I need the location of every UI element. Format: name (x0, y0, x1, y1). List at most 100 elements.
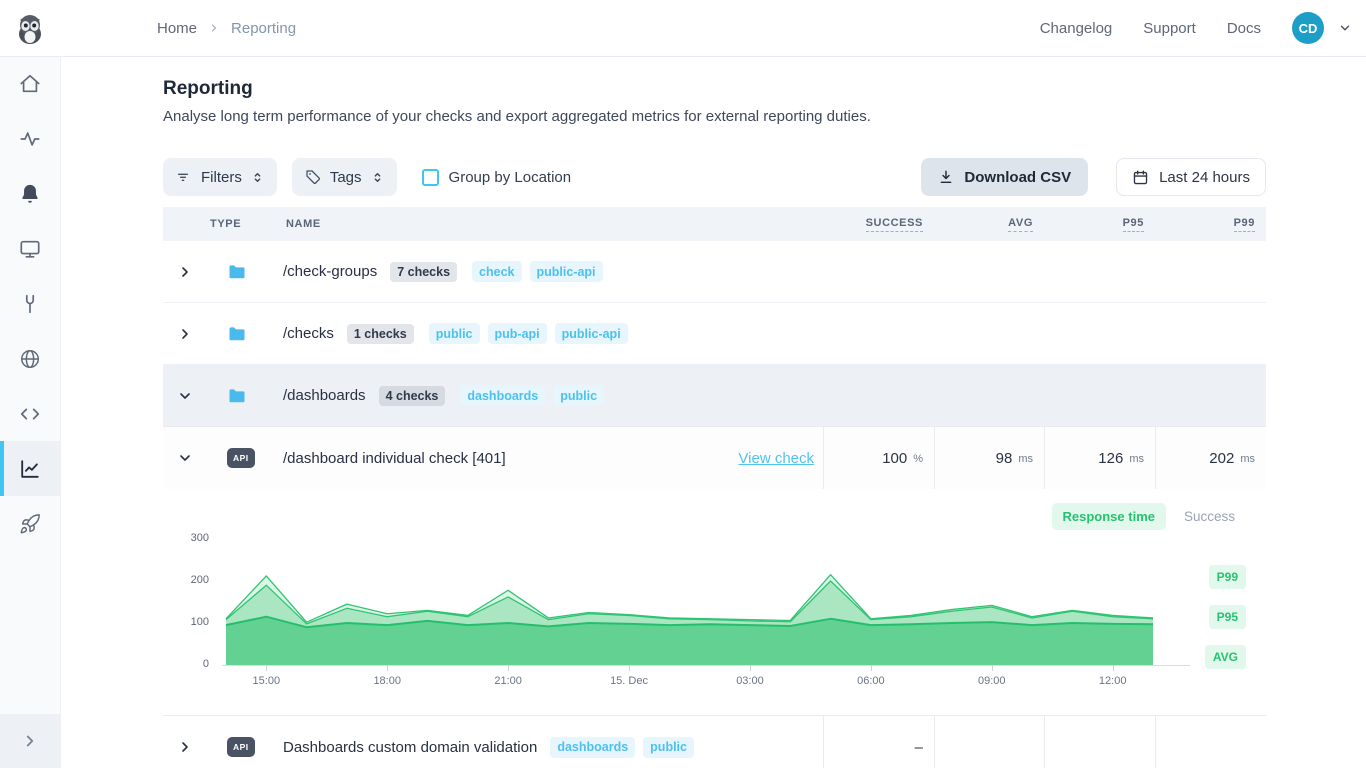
x-axis-label: 09:00 (957, 675, 1027, 687)
tag-pill[interactable]: public (429, 323, 480, 344)
table-row-dashboards-custom-domain[interactable]: API Dashboards custom domain validation … (163, 715, 1266, 768)
avg-value: 98 (996, 450, 1013, 467)
tag-pill[interactable]: dashboards (550, 737, 635, 758)
x-axis-label: 15:00 (231, 675, 301, 687)
avg-unit: ms (1018, 453, 1033, 465)
tag-pill[interactable]: public-api (530, 261, 603, 282)
sidebar-item-quickstart[interactable] (0, 496, 60, 551)
download-csv-label: Download CSV (964, 169, 1071, 186)
sidebar-item-alerts[interactable] (0, 166, 60, 221)
group-by-location-toggle[interactable]: Group by Location (422, 169, 572, 186)
col-success[interactable]: SUCCESS (866, 217, 923, 232)
tag-icon (305, 169, 321, 185)
p99-series-badge: P99 (1209, 565, 1246, 589)
check-count-badge: 1 checks (347, 324, 414, 344)
success-toggle[interactable]: Success (1184, 509, 1235, 524)
collapse-chevron-down-icon[interactable] (177, 450, 193, 466)
sidebar-item-maintenance-windows[interactable] (0, 276, 60, 331)
page-title: Reporting (163, 78, 1266, 100)
view-check-link[interactable]: View check (738, 450, 814, 467)
x-axis-label: 15. Dec (594, 675, 664, 687)
rocket-icon (19, 513, 41, 535)
api-type-badge: API (227, 737, 255, 757)
x-axis-line (222, 665, 1190, 666)
support-link[interactable]: Support (1143, 20, 1196, 37)
x-axis-tick (750, 665, 751, 671)
table-row-dashboards[interactable]: /dashboards 4 checks dashboards public (163, 364, 1266, 426)
check-name: Dashboards custom domain validation (283, 739, 537, 756)
table-row-checks[interactable]: /checks 1 checks public pub-api public-a… (163, 302, 1266, 364)
x-axis-tick (1113, 665, 1114, 671)
chevron-right-icon (21, 732, 39, 750)
collapse-chevron-down-icon[interactable] (177, 388, 193, 404)
docs-link[interactable]: Docs (1227, 20, 1261, 37)
sort-arrows-icon (251, 170, 264, 185)
x-axis-label: 03:00 (715, 675, 785, 687)
y-axis-label: 300 (163, 532, 209, 544)
sidebar-expand-button[interactable] (0, 714, 60, 768)
check-name: /dashboard individual check [401] (283, 450, 506, 467)
sidebar-item-snippets[interactable] (0, 386, 60, 441)
breadcrumb: Home Reporting (157, 0, 296, 56)
expand-chevron-right-icon[interactable] (177, 326, 193, 342)
tags-button[interactable]: Tags (292, 158, 397, 196)
date-range-button[interactable]: Last 24 hours (1116, 158, 1266, 196)
account-menu-chevron-icon[interactable] (1338, 21, 1352, 35)
x-axis-tick (871, 665, 872, 671)
monitor-icon (19, 238, 41, 260)
home-icon (19, 73, 41, 95)
tag-pill[interactable]: pub-api (488, 323, 547, 344)
tag-pill[interactable]: public-api (555, 323, 628, 344)
sidebar-item-reporting[interactable] (0, 441, 60, 496)
download-csv-button[interactable]: Download CSV (921, 158, 1088, 196)
p95-series-badge: P95 (1209, 605, 1246, 629)
tag-pill[interactable]: public (643, 737, 694, 758)
expand-chevron-right-icon[interactable] (177, 264, 193, 280)
group-by-location-label: Group by Location (449, 169, 572, 186)
group-name: /dashboards (283, 387, 366, 404)
sidebar-item-checks[interactable] (0, 111, 60, 166)
group-by-location-checkbox[interactable] (422, 169, 439, 186)
avg-series-badge: AVG (1205, 645, 1246, 669)
x-axis-tick (266, 665, 267, 671)
filter-icon (176, 169, 192, 185)
group-name: /check-groups (283, 263, 377, 280)
col-p95[interactable]: P95 (1123, 217, 1144, 232)
chevron-right-icon (208, 22, 220, 34)
sidebar-item-home[interactable] (0, 56, 60, 111)
tag-pill[interactable]: public (553, 385, 604, 406)
x-axis-label: 06:00 (836, 675, 906, 687)
table-row-dashboard-individual-check[interactable]: API /dashboard individual check [401] Vi… (163, 426, 1266, 489)
changelog-link[interactable]: Changelog (1040, 20, 1113, 37)
breadcrumb-home[interactable]: Home (157, 20, 197, 37)
breadcrumb-current: Reporting (231, 20, 296, 37)
col-avg[interactable]: AVG (1008, 217, 1033, 232)
wrench-icon (19, 293, 41, 315)
tag-pill[interactable]: check (472, 261, 521, 282)
col-name: NAME (286, 218, 321, 230)
sort-arrows-icon (371, 170, 384, 185)
response-time-toggle[interactable]: Response time (1052, 503, 1166, 530)
expand-chevron-right-icon[interactable] (177, 739, 193, 755)
table-row-check-groups[interactable]: /check-groups 7 checks check public-api (163, 241, 1266, 302)
checkly-logo[interactable] (13, 11, 47, 45)
sidebar-item-private-locations[interactable] (0, 331, 60, 386)
date-range-label: Last 24 hours (1159, 169, 1250, 186)
group-name: /checks (283, 325, 334, 342)
reporting-page: Home Reporting Changelog Support Docs CD (0, 0, 1366, 768)
filters-button[interactable]: Filters (163, 158, 277, 196)
check-count-badge: 4 checks (379, 386, 446, 406)
p95-unit: ms (1129, 453, 1144, 465)
folder-icon (227, 262, 247, 282)
col-p99[interactable]: P99 (1234, 217, 1255, 232)
x-axis-label: 21:00 (473, 675, 543, 687)
folder-icon (227, 324, 247, 344)
tag-pill[interactable]: dashboards (460, 385, 545, 406)
nav-links: Changelog Support Docs CD (1040, 0, 1352, 56)
sidebar-item-dashboards[interactable] (0, 221, 60, 276)
p99-value: 202 (1209, 450, 1234, 467)
page-subtitle: Analyse long term performance of your ch… (163, 107, 1266, 127)
avatar[interactable]: CD (1292, 12, 1324, 44)
x-axis-tick (387, 665, 388, 671)
table-header: TYPE NAME SUCCESS AVG P95 P99 (163, 207, 1266, 241)
